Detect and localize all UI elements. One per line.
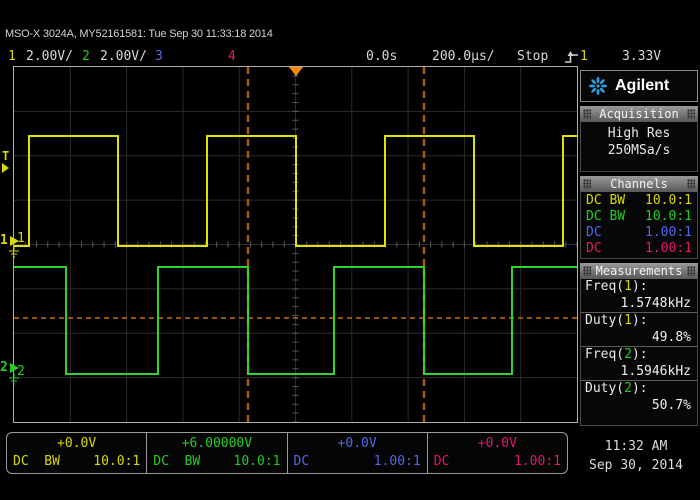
meas2-prefix: Duty(: [585, 313, 624, 328]
meas2-suffix: ):: [632, 313, 648, 328]
ch4-probe: 1.00:1: [645, 241, 692, 257]
meas2-value: 49.8%: [581, 329, 697, 346]
status-delay[interactable]: 0.0s: [366, 49, 397, 64]
meas1-prefix: Freq(: [585, 279, 624, 294]
meas3-prefix: Freq(: [585, 347, 624, 362]
meas1-suffix: ):: [632, 279, 648, 294]
status-ch1-number[interactable]: 1: [8, 49, 16, 64]
measurements-panel: Freq(1): 1.5748kHz Duty(1): 49.8% Freq(2…: [580, 279, 698, 426]
ch3-probe: 1.00:1: [645, 225, 692, 241]
clock-time: 11:32 AM: [576, 437, 696, 456]
meas2-channel: 1: [624, 313, 632, 328]
meas4-channel: 2: [624, 381, 632, 396]
ch3-coupling: DC: [586, 225, 602, 241]
measurement-freq1: Freq(1): 1.5748kHz: [581, 279, 697, 313]
clock: 11:32 AM Sep 30, 2014: [576, 437, 696, 475]
ch3-settings-box[interactable]: +0.0V DC 1.00:1: [288, 433, 428, 473]
sample-rate: 250MSa/s: [581, 142, 697, 159]
agilent-starburst-icon: [588, 76, 608, 96]
ch1-probe: 10.0:1: [645, 193, 692, 209]
status-ch1-scale[interactable]: 2.00V/: [26, 49, 73, 64]
meas4-value: 50.7%: [581, 397, 697, 414]
channels-row-ch4: DC 1.00:1: [581, 241, 697, 257]
status-ch4-number[interactable]: 4: [228, 49, 236, 64]
meas3-channel: 2: [624, 347, 632, 362]
ch2-settings-box[interactable]: +6.00000V DC BW 10.0:1: [147, 433, 287, 473]
ch4-offset-value: +0.0V: [434, 435, 561, 453]
brand-box: Agilent: [580, 70, 698, 102]
ch2-coupling-bw: DC BW: [153, 453, 200, 470]
status-ch2-number[interactable]: 2: [82, 49, 90, 64]
measurement-freq2: Freq(2): 1.5946kHz: [581, 347, 697, 381]
ch3-probe-ratio: 1.00:1: [374, 453, 421, 470]
ch1-ground-marker[interactable]: 1: [0, 234, 22, 260]
waveform-display: 1 2: [13, 66, 578, 423]
ch2-marker-label: 2: [0, 361, 8, 374]
ch2-offset-value: +6.00000V: [153, 435, 280, 453]
status-timebase[interactable]: 200.0µs/: [432, 49, 495, 64]
acquisition-panel: High Res 250MSa/s: [580, 122, 698, 172]
measurement-duty2: Duty(2): 50.7%: [581, 381, 697, 414]
channels-panel: DC BW 10.0:1 DC BW 10.0:1 DC 1.00:1 DC 1…: [580, 192, 698, 259]
status-trigger-level[interactable]: 3.33V: [622, 49, 661, 64]
channels-row-ch1: DC BW 10.0:1: [581, 193, 697, 209]
ch1-ground-icon: [9, 234, 22, 260]
waveform-svg: [14, 67, 577, 422]
ch2-coupling: DC BW: [586, 209, 625, 225]
ch2-ground-icon: [9, 361, 22, 387]
trigger-level-marker[interactable]: T: [2, 151, 9, 173]
measurement-duty1: Duty(1): 49.8%: [581, 313, 697, 347]
acquisition-header[interactable]: Acquisition: [580, 106, 698, 122]
status-run-state[interactable]: Stop: [517, 49, 548, 64]
brand-name: Agilent: [615, 77, 669, 95]
channels-row-ch2: DC BW 10.0:1: [581, 209, 697, 225]
meas3-value: 1.5946kHz: [581, 363, 697, 380]
status-trigger-source[interactable]: 1: [580, 49, 588, 64]
status-ch2-scale[interactable]: 2.00V/: [100, 49, 147, 64]
ch1-probe-ratio: 10.0:1: [93, 453, 140, 470]
ch1-settings-box[interactable]: +0.0V DC BW 10.0:1: [7, 433, 147, 473]
ch2-probe-ratio: 10.0:1: [234, 453, 281, 470]
ch4-coupling: DC: [434, 453, 450, 470]
ch4-probe-ratio: 1.00:1: [514, 453, 561, 470]
meas1-channel: 1: [624, 279, 632, 294]
ch4-settings-box[interactable]: +0.0V DC 1.00:1: [428, 433, 567, 473]
status-ch3-number[interactable]: 3: [155, 49, 163, 64]
ch2-probe: 10.0:1: [645, 209, 692, 225]
ch4-coupling: DC: [586, 241, 602, 257]
clock-date: Sep 30, 2014: [576, 456, 696, 475]
ch1-coupling: DC BW: [586, 193, 625, 209]
channels-header[interactable]: Channels: [580, 176, 698, 192]
measurements-header[interactable]: Measurements: [580, 263, 698, 279]
instrument-title: MSO-X 3024A, MY52161581: Tue Sep 30 11:3…: [5, 28, 273, 40]
ch2-ground-marker[interactable]: 2: [0, 361, 22, 387]
ch3-offset-value: +0.0V: [294, 435, 421, 453]
meas1-value: 1.5748kHz: [581, 295, 697, 312]
oscilloscope-screen: MSO-X 3024A, MY52161581: Tue Sep 30 11:3…: [0, 0, 700, 500]
meas4-prefix: Duty(: [585, 381, 624, 396]
acquisition-mode: High Res: [581, 125, 697, 142]
trigger-marker-label: T: [2, 151, 9, 162]
trigger-marker-arrow-icon: [2, 163, 9, 173]
ch1-offset-value: +0.0V: [13, 435, 140, 453]
channels-row-ch3: DC 1.00:1: [581, 225, 697, 241]
meas4-suffix: ):: [632, 381, 648, 396]
trigger-edge-icon: [564, 50, 580, 64]
meas3-suffix: ):: [632, 347, 648, 362]
ch1-coupling-bw: DC BW: [13, 453, 60, 470]
bottom-channel-bar: +0.0V DC BW10.0:1 +6.00000V DC BW10.0:1 …: [6, 432, 568, 474]
ch1-marker-label: 1: [0, 234, 8, 247]
ch3-coupling: DC: [294, 453, 310, 470]
